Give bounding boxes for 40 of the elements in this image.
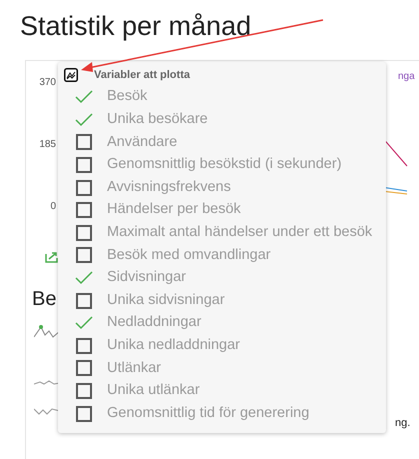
checkbox[interactable] [75,201,93,220]
chart-icon[interactable] [64,68,78,82]
section-heading: Be [32,289,56,309]
variable-label[interactable]: Nedladdningar [107,312,202,334]
checkbox[interactable] [75,246,93,264]
checkmark-icon[interactable] [75,110,93,129]
variable-label[interactable]: Händelser per besök [107,199,241,222]
variable-label[interactable]: Utlänkar [107,358,161,380]
variable-label[interactable]: Unika nedladdningar [107,334,240,357]
variable-label[interactable]: Maximalt antal händelser under ett besök [107,222,372,244]
variable-label[interactable]: Unika utlänkar [107,380,200,402]
legend-label: nga [398,70,415,84]
sparkline-icon [34,379,60,387]
variable-label[interactable]: Genomsnittlig besökstid (i sekunder) [107,154,342,176]
page-title: Statistik per månad [20,10,252,43]
sparkline-icon [34,325,60,339]
table-text: ng. [395,416,410,431]
axis-label: 185 [39,138,56,152]
axis-label: 370 [39,76,56,90]
checkbox[interactable] [75,404,93,423]
variable-label[interactable]: Unika besökare [107,109,208,131]
variable-label[interactable]: Användare [107,132,178,154]
variable-label[interactable]: Besök med omvandlingar [107,244,271,266]
checkbox[interactable] [75,359,93,378]
export-icon[interactable] [45,251,59,263]
checkbox[interactable] [75,133,93,152]
variable-label[interactable]: Genomsnittlig tid för generering [107,402,310,424]
checkbox[interactable] [75,336,93,355]
variable-label[interactable]: Besök [107,86,148,108]
checkbox[interactable] [75,178,93,197]
variable-label[interactable]: Avvisningsfrekvens [107,176,231,199]
checkbox[interactable] [75,382,93,400]
checkbox[interactable] [75,292,93,310]
variable-label[interactable]: Unika sidvisningar [107,290,225,312]
popup-title: Variabler att plotta [94,68,190,83]
variable-label[interactable]: Sidvisningar [107,267,186,289]
sparkline-icon [34,406,60,416]
axis-label: 0 [50,200,56,214]
checkbox[interactable] [75,156,93,174]
checkbox[interactable] [75,224,93,242]
